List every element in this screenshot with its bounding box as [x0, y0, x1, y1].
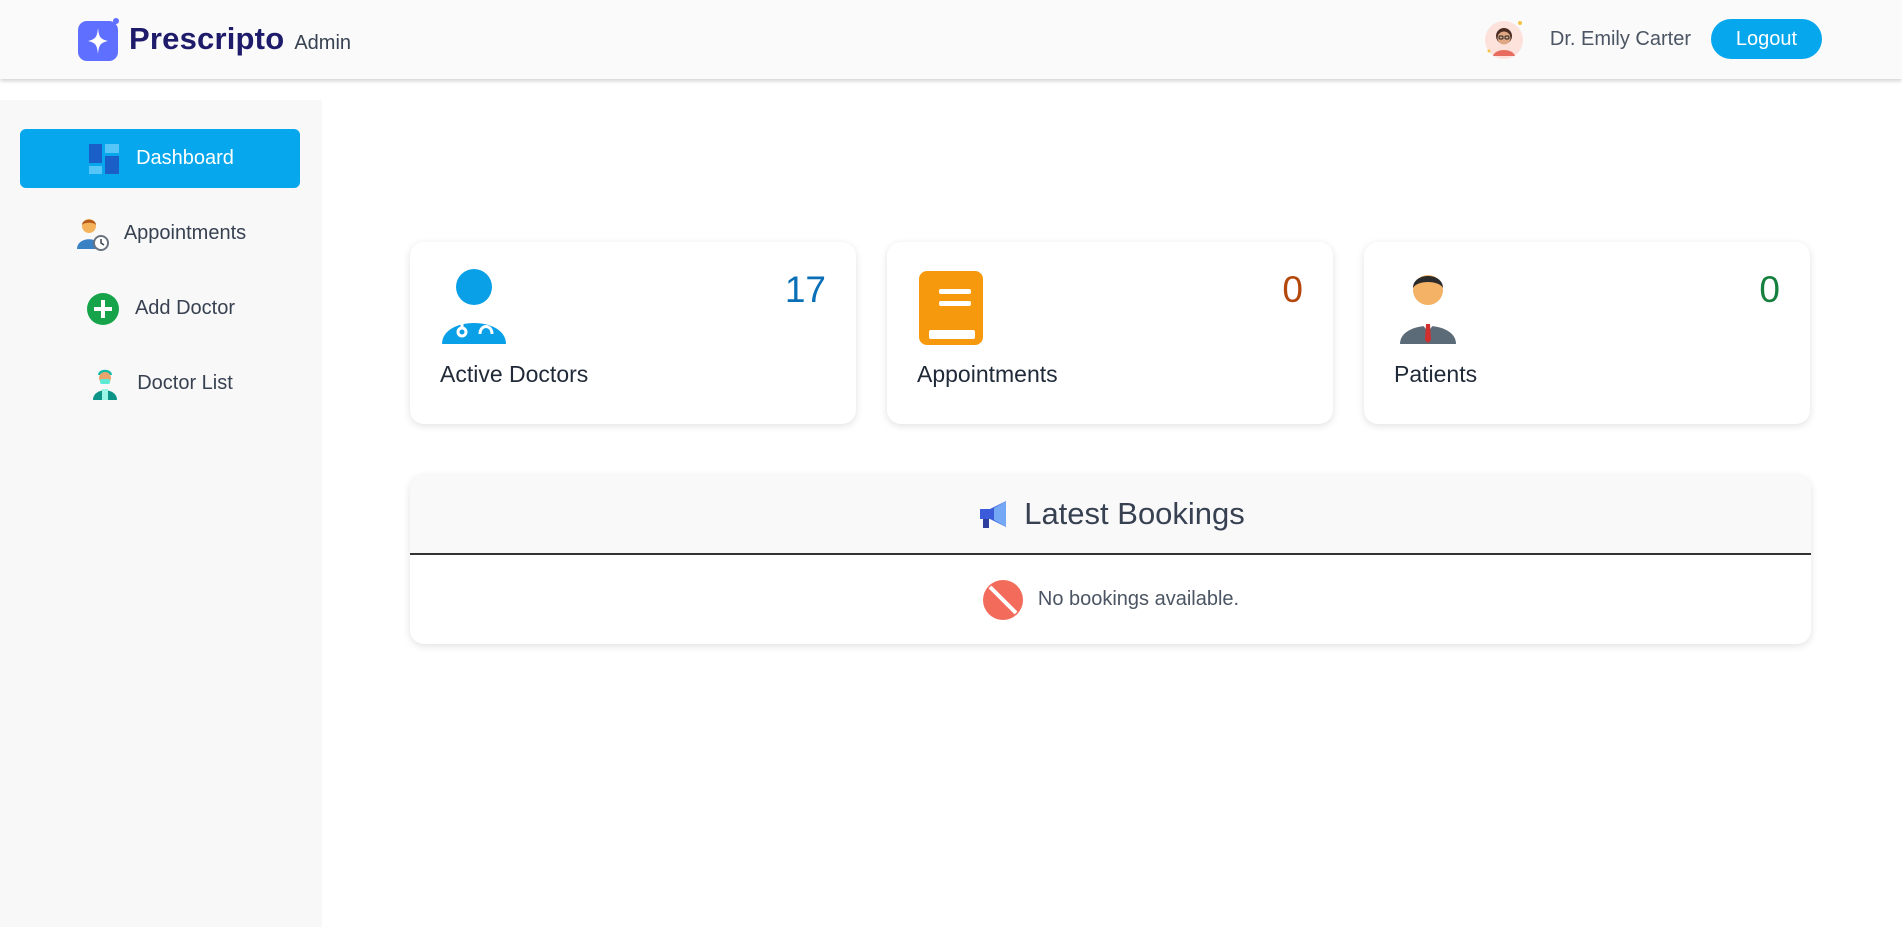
prescripto-logo-icon [78, 18, 119, 61]
stat-card-active-doctors: 17 Active Doctors [410, 242, 856, 424]
sidebar-item-label: Appointments [123, 222, 247, 244]
sidebar-item-dashboard[interactable]: Dashboard [20, 129, 300, 188]
appointments-label: Appointments [917, 361, 1058, 387]
latest-bookings-title: Latest Bookings [1024, 496, 1245, 531]
add-circle-icon [85, 291, 121, 327]
active-doctors-label: Active Doctors [440, 361, 589, 387]
sidebar-item-label: Add Doctor [134, 297, 236, 319]
megaphone-icon [980, 501, 1007, 528]
patient-icon [1400, 275, 1456, 344]
latest-bookings-header: Latest Bookings [410, 475, 1811, 555]
appointments-icon [74, 216, 110, 252]
sidebar-item-appointments[interactable]: Appointments [20, 204, 300, 263]
no-bookings-message: No bookings available. [1037, 588, 1240, 610]
doctor-stethoscope-icon [442, 269, 506, 344]
brand-name: Prescripto [129, 21, 285, 56]
no-entry-icon [982, 579, 1023, 620]
sidebar-item-label: Dashboard [136, 147, 234, 169]
brand[interactable]: Prescripto Admin [78, 17, 351, 61]
dashboard-icon [86, 141, 122, 177]
appointments-count: 0 [1282, 269, 1303, 310]
latest-bookings-body: No bookings available. [410, 555, 1811, 644]
stat-card-patients: 0 Patients [1364, 242, 1810, 424]
patients-label: Patients [1394, 361, 1478, 387]
user-name: Dr. Emily Carter [1549, 27, 1691, 50]
latest-bookings-panel: Latest Bookings No bookings available. [410, 475, 1811, 644]
book-icon [919, 271, 983, 345]
logout-button[interactable]: Logout [1711, 19, 1822, 59]
active-doctors-count: 17 [784, 269, 826, 310]
doctor-icon [87, 366, 123, 402]
brand-role-label: Admin [294, 31, 352, 54]
sidebar-item-label: Doctor List [137, 372, 233, 394]
sidebar: Dashboard Appointments Add Doctor Doctor… [0, 100, 322, 927]
patients-count: 0 [1759, 269, 1780, 310]
sidebar-item-add-doctor[interactable]: Add Doctor [20, 279, 300, 338]
user-avatar [1484, 21, 1523, 59]
sidebar-item-doctor-list[interactable]: Doctor List [20, 354, 300, 413]
stat-card-appointments: 0 Appointments [887, 242, 1333, 424]
top-navbar: Prescripto Admin Dr. Emily Carter Logout [0, 0, 1902, 79]
